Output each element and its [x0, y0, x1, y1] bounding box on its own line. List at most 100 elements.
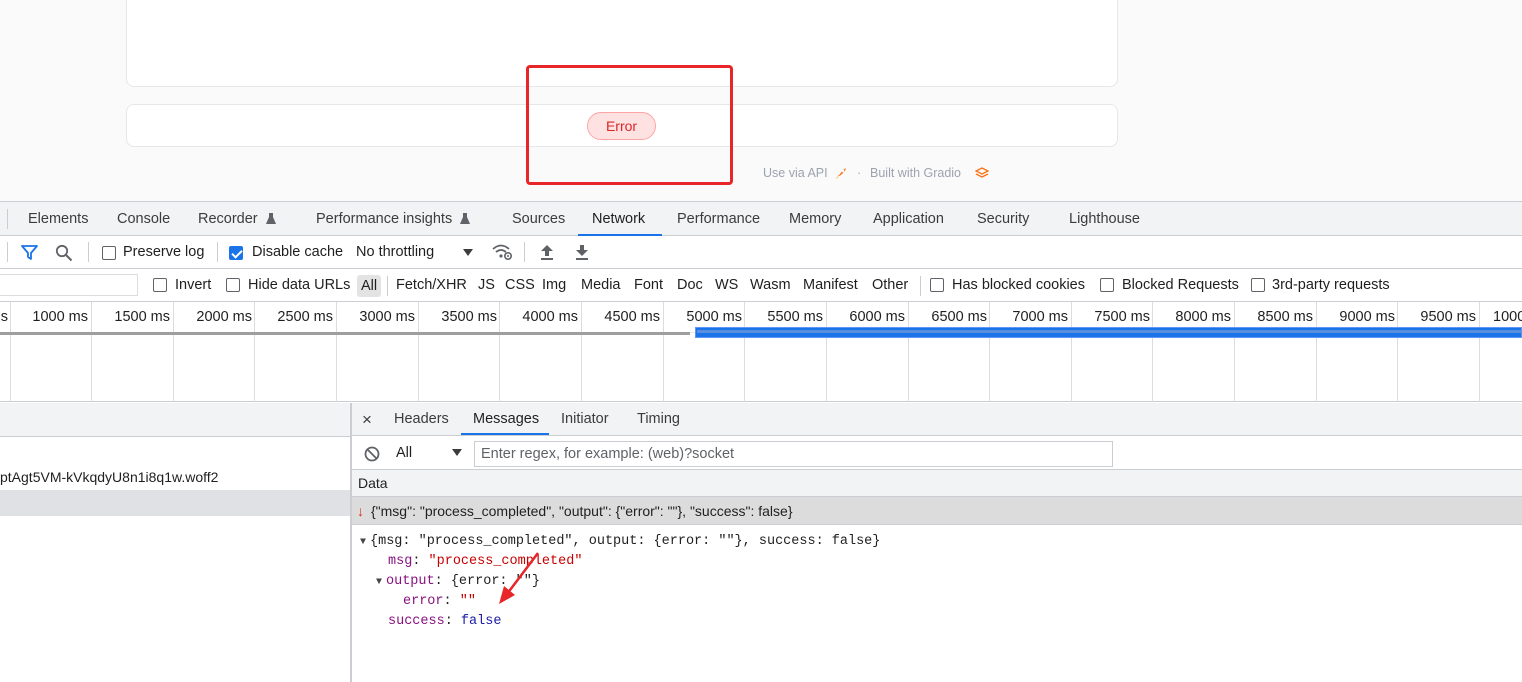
json-bool-value: false: [460, 614, 502, 629]
tab-elements[interactable]: Elements: [28, 202, 88, 236]
json-key: error: [403, 594, 444, 609]
invert-label: Invert: [175, 277, 212, 293]
json-key: output: [386, 574, 435, 589]
divider: [387, 276, 388, 296]
request-row-selected[interactable]: [0, 490, 351, 516]
upload-icon[interactable]: [539, 244, 555, 261]
timeline-label: 3000 ms: [359, 309, 415, 325]
timeline-label: 4500 ms: [604, 309, 660, 325]
tab-timing[interactable]: Timing: [637, 403, 680, 436]
tab-network[interactable]: Network: [592, 202, 645, 236]
divider: [524, 242, 525, 262]
preserve-log-checkbox[interactable]: [102, 246, 116, 260]
tab-initiator[interactable]: Initiator: [561, 403, 609, 436]
devtools-tab-bar: Elements Console Recorder Performance in…: [0, 201, 1522, 236]
filter-type-all[interactable]: All: [357, 275, 381, 297]
tab-lighthouse[interactable]: Lighthouse: [1069, 202, 1140, 236]
request-list: ptAgt5VM-kVkqdyU8n1i8q1w.woff2: [0, 403, 351, 682]
annotation-red-box: [526, 65, 733, 185]
filter-type-wasm[interactable]: Wasm: [750, 269, 791, 302]
detail-tab-bar: × Headers Messages Initiator Timing: [352, 403, 1522, 436]
timeline-websocket-bar-inner: [697, 330, 1522, 333]
expand-triangle-icon[interactable]: ▼: [360, 533, 370, 553]
message-text: {"msg": "process_completed", "output": {…: [371, 503, 793, 519]
timeline-gridline: [1479, 302, 1480, 402]
filter-type-ws[interactable]: WS: [715, 269, 738, 302]
filter-type-img[interactable]: Img: [542, 269, 566, 302]
flask-icon: [266, 213, 276, 224]
preserve-log-label: Preserve log: [123, 244, 205, 260]
hide-data-urls-label: Hide data URLs: [248, 277, 351, 293]
timeline-waiting-bar: [0, 332, 690, 335]
request-detail-pane: × Headers Messages Initiator Timing All …: [352, 403, 1522, 682]
has-blocked-cookies-checkbox[interactable]: [930, 278, 944, 292]
tab-performance-insights[interactable]: Performance insights: [316, 202, 452, 236]
chevron-down-icon[interactable]: [452, 449, 462, 457]
chevron-down-icon[interactable]: [463, 249, 473, 257]
search-icon[interactable]: [55, 244, 73, 262]
clear-messages-icon[interactable]: [364, 446, 380, 462]
divider: [920, 276, 921, 296]
tab-performance[interactable]: Performance: [677, 202, 760, 236]
throttling-select[interactable]: No throttling: [356, 236, 434, 269]
annotation-red-arrow: [499, 552, 539, 604]
blocked-requests-checkbox[interactable]: [1100, 278, 1114, 292]
json-summary: {msg: "process_completed", output: {erro…: [370, 534, 881, 549]
gradio-logo-icon: [975, 167, 989, 178]
divider: [217, 242, 218, 262]
tab-headers[interactable]: Headers: [394, 403, 449, 436]
json-error-line: error: "": [403, 594, 476, 609]
tab-console[interactable]: Console: [117, 202, 170, 236]
regex-filter-input[interactable]: [474, 441, 1113, 467]
rocket-icon: [836, 168, 846, 179]
request-list-header: [0, 403, 351, 437]
message-type-select[interactable]: All: [396, 436, 412, 470]
filter-type-other[interactable]: Other: [872, 269, 908, 302]
blocked-requests-label: Blocked Requests: [1122, 277, 1239, 293]
built-with-gradio-link[interactable]: Built with Gradio: [870, 166, 961, 180]
timeline-label: s: [0, 309, 8, 325]
filter-input[interactable]: [0, 274, 138, 296]
tab-application[interactable]: Application: [873, 202, 944, 236]
footer-dot: ·: [857, 166, 862, 180]
invert-checkbox[interactable]: [153, 278, 167, 292]
filter-type-js[interactable]: JS: [478, 269, 495, 302]
third-party-requests-label: 3rd-party requests: [1272, 277, 1390, 293]
json-key: success: [388, 614, 445, 629]
tab-memory[interactable]: Memory: [789, 202, 841, 236]
use-via-api-link[interactable]: Use via API: [763, 166, 828, 180]
download-icon[interactable]: [574, 244, 590, 261]
tab-sources[interactable]: Sources: [512, 202, 565, 236]
filter-icon[interactable]: [21, 245, 38, 261]
flask-icon: [460, 213, 470, 224]
divider: [7, 209, 8, 229]
tab-security[interactable]: Security: [977, 202, 1029, 236]
json-msg-line: msg: "process_completed": [388, 554, 583, 569]
third-party-requests-checkbox[interactable]: [1251, 278, 1265, 292]
disable-cache-label: Disable cache: [252, 244, 344, 260]
tab-recorder[interactable]: Recorder: [198, 202, 258, 236]
filter-type-doc[interactable]: Doc: [677, 269, 703, 302]
json-root-line[interactable]: ▼ {msg: "process_completed", output: {err…: [360, 532, 880, 552]
timeline-overview[interactable]: s 1000 ms 1500 ms 2000 ms 2500 ms 3000 m…: [0, 302, 1522, 402]
filter-type-fetch-xhr[interactable]: Fetch/XHR: [396, 269, 467, 302]
tab-messages[interactable]: Messages: [473, 403, 539, 436]
filter-type-font[interactable]: Font: [634, 269, 663, 302]
websocket-message-row[interactable]: ↓ {"msg": "process_completed", "output":…: [352, 497, 1522, 525]
network-conditions-icon[interactable]: [491, 243, 513, 261]
data-column-header[interactable]: Data: [352, 470, 1522, 497]
arrow-down-icon: ↓: [357, 503, 364, 519]
filter-type-css[interactable]: CSS: [505, 269, 535, 302]
network-toolbar: Preserve log Disable cache No throttling: [0, 236, 1522, 269]
disable-cache-checkbox[interactable]: [229, 246, 243, 260]
hide-data-urls-checkbox[interactable]: [226, 278, 240, 292]
timeline-label: 2000 ms: [196, 309, 252, 325]
timeline-label: 1500 ms: [114, 309, 170, 325]
active-detail-tab-indicator: [461, 433, 549, 435]
request-row[interactable]: ptAgt5VM-kVkqdyU8n1i8q1w.woff2: [0, 464, 351, 490]
filter-type-media[interactable]: Media: [581, 269, 621, 302]
expand-triangle-icon[interactable]: ▼: [376, 573, 386, 593]
gradio-app-area: Error Use via API · Built with Gradio: [0, 0, 1522, 201]
close-icon[interactable]: ×: [362, 403, 372, 436]
filter-type-manifest[interactable]: Manifest: [803, 269, 858, 302]
